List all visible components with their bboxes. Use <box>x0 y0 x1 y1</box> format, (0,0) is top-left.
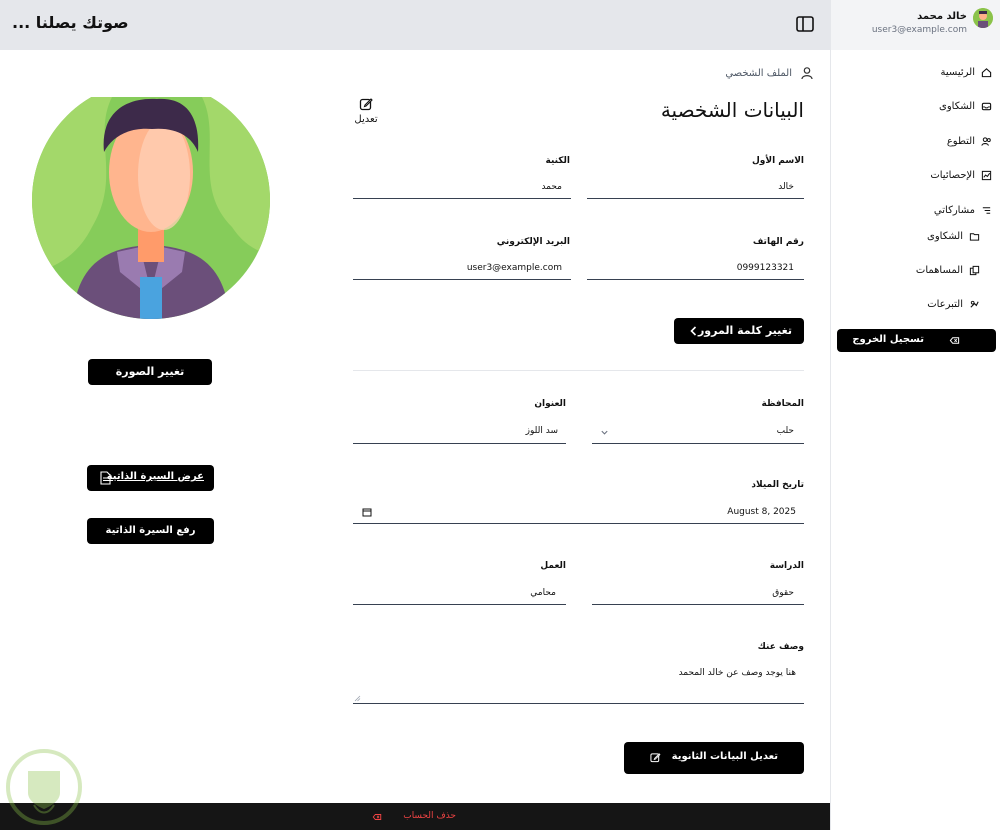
sidebar-item-label: المساهمات <box>915 264 963 276</box>
user-name: خالد محمد <box>917 11 967 22</box>
donate-icon <box>970 300 979 308</box>
edit-button[interactable]: تعديل <box>350 97 382 129</box>
calendar-icon <box>362 508 372 517</box>
site-title: صوتك يصلنا ... <box>12 13 129 32</box>
job-label: العمل <box>540 561 566 571</box>
first-name-underline <box>587 198 804 199</box>
phone-field[interactable]: 0999123321 <box>737 263 794 273</box>
edit-label: تعديل <box>354 114 378 125</box>
sidebar-item-label: مشاركاتي <box>933 204 975 216</box>
about-label: وصف عنك <box>757 642 804 652</box>
governorate-underline <box>592 443 804 444</box>
edit-icon <box>650 753 661 763</box>
home-icon <box>981 67 992 77</box>
email-underline <box>353 279 571 280</box>
study-label: الدراسة <box>769 561 804 571</box>
sidebar-item-label: التبرعات <box>927 298 963 310</box>
change-password-button[interactable]: تغيير كلمة المرور <box>674 318 804 344</box>
sidebar-item-home[interactable]: الرئيسية <box>941 62 1000 82</box>
sidebar-item-volunteering[interactable]: التطوع <box>947 131 1000 151</box>
email-label: البريد الإلكتروني <box>496 237 570 247</box>
logout-label: تسجيل الخروج <box>852 334 924 345</box>
chart-icon <box>981 170 992 180</box>
phone-underline <box>587 279 804 280</box>
address-field[interactable]: سد اللوز <box>526 426 558 436</box>
section-divider <box>353 370 804 371</box>
change-photo-button[interactable]: تغيير الصورة <box>88 359 212 385</box>
resize-handle-icon[interactable] <box>354 695 361 702</box>
top-bar: صوتك يصلنا ... <box>0 0 830 50</box>
sidebar-item-label: التطوع <box>946 135 975 147</box>
sidebar-subitem-contributions[interactable]: المساهمات <box>916 260 988 280</box>
logout-icon <box>949 337 960 344</box>
sidebar-item-label: الشكاوى <box>939 100 975 112</box>
sidebar-item-statistics[interactable]: الإحصائيات <box>930 165 1000 185</box>
user-box[interactable]: خالد محمد user3@example.com <box>831 0 1000 50</box>
change-password-label: تغيير كلمة المرور <box>697 324 792 337</box>
first-name-field[interactable]: خالد <box>778 182 794 192</box>
users-icon <box>981 136 991 146</box>
user-icon <box>801 67 813 80</box>
last-name-label: الكنية <box>545 156 570 166</box>
birthdate-underline <box>353 523 804 524</box>
sidebar-item-complaints[interactable]: الشكاوى <box>939 96 1000 116</box>
sidebar-subitem-donations[interactable]: التبرعات <box>927 294 988 314</box>
page-title: البيانات الشخصية <box>660 98 804 122</box>
breadcrumb: الملف الشخصي <box>700 66 814 82</box>
sidebar-item-label: الرئيسية <box>940 66 975 78</box>
footer-bar: حذف الحساب <box>0 803 830 830</box>
birthdate-field[interactable]: August 8, 2025 <box>353 502 804 523</box>
about-value: هنا يوجد وصف عن خالد المحمد <box>678 668 796 678</box>
breadcrumb-label: الملف الشخصي <box>725 68 792 79</box>
study-underline <box>592 604 804 605</box>
edit-secondary-label: تعديل البيانات الثانوية <box>671 751 778 762</box>
last-name-field[interactable]: محمد <box>541 182 562 192</box>
inbox-icon <box>981 102 992 110</box>
phone-label: رقم الهاتف <box>752 237 804 247</box>
sidebar-item-my-participations[interactable]: مشاركاتي <box>934 200 1000 220</box>
folder-icon <box>969 232 980 241</box>
governorate-select[interactable]: حلب <box>592 420 804 444</box>
delete-account-label: حذف الحساب <box>403 811 456 821</box>
job-underline <box>353 604 566 605</box>
job-field[interactable]: محامي <box>530 588 556 598</box>
first-name-label: الاسم الأول <box>751 156 804 166</box>
copy-icon <box>969 265 980 275</box>
email-field[interactable]: user3@example.com <box>467 263 562 273</box>
delete-icon <box>372 814 382 820</box>
governorate-value: حلب <box>776 426 794 436</box>
chevron-left-icon <box>690 326 697 336</box>
about-textarea[interactable]: هنا يوجد وصف عن خالد المحمد <box>353 660 804 704</box>
upload-cv-button[interactable]: رفع السيرة الذاتية <box>87 518 214 544</box>
profile-photo <box>32 97 270 319</box>
address-label: العنوان <box>534 399 566 409</box>
avatar <box>973 8 993 28</box>
sidebar-item-label: الشكاوى <box>927 230 963 242</box>
last-name-underline <box>353 198 571 199</box>
sidebar-subitem-complaints[interactable]: الشكاوى <box>927 226 988 246</box>
chevron-down-icon <box>601 430 608 435</box>
about-underline <box>353 703 804 704</box>
user-email: user3@example.com <box>871 25 967 35</box>
edit-icon <box>359 98 373 111</box>
view-cv-button[interactable]: عرض السيرة الذاتية <box>87 465 214 491</box>
sidebar: خالد محمد user3@example.com الرئيسية الش… <box>830 0 1000 830</box>
birthdate-value: August 8, 2025 <box>727 507 796 517</box>
governorate-label: المحافظة <box>761 399 804 409</box>
birthdate-label: تاريخ الميلاد <box>751 480 804 490</box>
study-field[interactable]: حقوق <box>772 588 794 598</box>
sidebar-item-label: الإحصائيات <box>930 169 975 181</box>
edit-secondary-data-button[interactable]: تعديل البيانات الثانوية <box>624 742 804 774</box>
logout-button[interactable]: تسجيل الخروج <box>837 329 996 352</box>
list-icon <box>982 206 991 214</box>
address-underline <box>353 443 566 444</box>
watermark-logo <box>6 749 82 825</box>
sidebar-toggle-icon[interactable] <box>795 14 815 34</box>
document-icon <box>100 471 111 485</box>
view-cv-label: عرض السيرة الذاتية <box>106 471 204 482</box>
